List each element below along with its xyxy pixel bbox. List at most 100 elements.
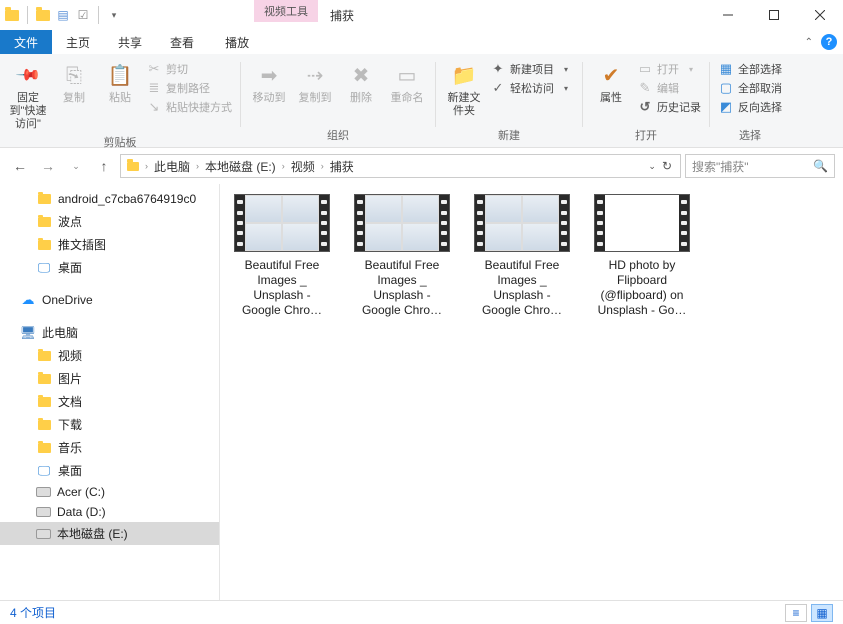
history-button[interactable]: ↺历史记录 — [635, 98, 703, 116]
group-organize-label: 组织 — [327, 127, 349, 147]
pin-to-quickaccess-button[interactable]: 📌 固定到"快速访问" — [6, 60, 50, 134]
maximize-button[interactable] — [751, 0, 797, 30]
filmstrip-icon — [475, 195, 485, 251]
address-bar[interactable]: › 此电脑 › 本地磁盘 (E:) › 视频 › 捕获 ⌄ ↻ — [120, 154, 681, 178]
forward-button[interactable]: → — [36, 154, 60, 178]
search-box[interactable]: 搜索"捕获" 🔍 — [685, 154, 835, 178]
tab-view-label: 查看 — [170, 34, 194, 51]
breadcrumb[interactable]: 此电脑 — [152, 158, 192, 175]
properties-button[interactable]: ✔属性 — [589, 60, 633, 107]
minimize-ribbon-icon[interactable]: ⌃ — [805, 37, 813, 48]
tree-item[interactable]: 波点 — [0, 210, 219, 233]
ribbon-group-organize: ➡移动到 ⇢复制到 ✖删除 ▭重命名 组织 — [241, 56, 435, 147]
icons-view-button[interactable]: ▦ — [811, 604, 833, 622]
chevron-right-icon[interactable]: › — [194, 161, 201, 171]
thumb-content — [365, 195, 439, 251]
breadcrumb[interactable]: 本地磁盘 (E:) — [203, 158, 278, 175]
breadcrumb[interactable]: 视频 — [289, 158, 317, 175]
tree-onedrive[interactable]: ☁OneDrive — [0, 289, 219, 311]
tree-item[interactable]: 本地磁盘 (E:) — [0, 522, 219, 545]
tab-share[interactable]: 共享 — [104, 30, 156, 54]
invert-selection-icon: ◩ — [718, 99, 734, 115]
tree-item[interactable]: 视频 — [0, 344, 219, 367]
cut-button[interactable]: ✂剪切 — [144, 60, 234, 78]
library-icon — [36, 417, 52, 433]
properties-icon[interactable]: ▤ — [55, 7, 71, 23]
help-icon[interactable]: ? — [821, 34, 837, 50]
rename-button[interactable]: ▭重命名 — [385, 60, 429, 107]
tab-home-label: 主页 — [66, 34, 90, 51]
delete-button[interactable]: ✖删除 — [339, 60, 383, 107]
refresh-icon[interactable]: ↻ — [662, 159, 672, 173]
copy-icon: ⎘ — [60, 62, 88, 90]
invert-selection-label: 反向选择 — [738, 99, 782, 115]
tab-file[interactable]: 文件 — [0, 30, 52, 54]
copy-path-icon: ≣ — [146, 80, 162, 96]
drive-icon — [36, 487, 51, 497]
separator — [27, 6, 28, 24]
tree-item[interactable]: 推文插图 — [0, 233, 219, 256]
tree-item[interactable]: 下载 — [0, 413, 219, 436]
tree-label: android_c7cba6764919c0 — [58, 192, 196, 206]
move-to-button[interactable]: ➡移动到 — [247, 60, 291, 107]
new-item-button[interactable]: ✦新建项目▾ — [488, 60, 576, 78]
file-item[interactable]: Beautiful Free Images _ Unsplash - Googl… — [234, 194, 330, 318]
open-button[interactable]: ▭打开▾ — [635, 60, 703, 78]
tab-play[interactable]: 播放 — [211, 30, 263, 54]
navigation-pane[interactable]: android_c7cba6764919c0波点推文插图🖵桌面 ☁OneDriv… — [0, 184, 220, 600]
file-item[interactable]: Beautiful Free Images _ Unsplash - Googl… — [354, 194, 450, 318]
crumb-label: 此电脑 — [154, 158, 190, 175]
breadcrumb[interactable]: 捕获 — [328, 158, 356, 175]
up-button[interactable]: ↑ — [92, 154, 116, 178]
thumb-content — [245, 195, 319, 251]
back-button[interactable]: ← — [8, 154, 32, 178]
content-pane[interactable]: Beautiful Free Images _ Unsplash - Googl… — [220, 184, 843, 600]
tree-label: Acer (C:) — [57, 485, 105, 499]
details-view-button[interactable]: ≡ — [785, 604, 807, 622]
items-view: Beautiful Free Images _ Unsplash - Googl… — [234, 194, 829, 318]
address-dropdown-icon[interactable]: ⌄ — [648, 161, 656, 172]
tree-item[interactable]: 文档 — [0, 390, 219, 413]
close-button[interactable] — [797, 0, 843, 30]
recent-dropdown[interactable]: ⌄ — [64, 154, 88, 178]
drive-icon — [36, 507, 51, 517]
search-icon[interactable]: 🔍 — [813, 159, 828, 173]
tab-home[interactable]: 主页 — [52, 30, 104, 54]
checkmark-icon[interactable]: ☑ — [75, 7, 91, 23]
tree-item[interactable]: android_c7cba6764919c0 — [0, 188, 219, 210]
qat-dropdown-icon[interactable]: ▾ — [106, 7, 122, 23]
ribbon-group-select: ▦全部选择 ▢全部取消 ◩反向选择 选择 — [710, 56, 790, 147]
chevron-right-icon[interactable]: › — [143, 161, 150, 171]
select-none-button[interactable]: ▢全部取消 — [716, 79, 784, 97]
chevron-right-icon[interactable]: › — [319, 161, 326, 171]
thumb-content — [485, 195, 559, 251]
chevron-right-icon[interactable]: › — [280, 161, 287, 171]
tree-item[interactable]: 音乐 — [0, 436, 219, 459]
edit-button[interactable]: ✎编辑 — [635, 79, 703, 97]
title-bar: ▤ ☑ ▾ 视频工具 捕获 — [0, 0, 843, 30]
minimize-button[interactable] — [705, 0, 751, 30]
history-label: 历史记录 — [657, 99, 701, 115]
tree-this-pc[interactable]: 🖥此电脑 — [0, 321, 219, 344]
copy-button[interactable]: ⎘ 复制 — [52, 60, 96, 107]
copy-path-button[interactable]: ≣复制路径 — [144, 79, 234, 97]
new-stack: ✦新建项目▾ ✓轻松访问▾ — [488, 60, 576, 97]
rename-label: 重命名 — [391, 92, 424, 105]
easy-access-button[interactable]: ✓轻松访问▾ — [488, 79, 576, 97]
paste-button[interactable]: 📋 粘贴 — [98, 60, 142, 107]
paste-shortcut-button[interactable]: ↘粘贴快捷方式 — [144, 98, 234, 116]
invert-selection-button[interactable]: ◩反向选择 — [716, 98, 784, 116]
tree-label: 桌面 — [58, 462, 82, 479]
new-folder-button[interactable]: 📁新建文件夹 — [442, 60, 486, 120]
tree-item[interactable]: Acer (C:) — [0, 482, 219, 502]
file-item[interactable]: HD photo by Flipboard (@flipboard) on Un… — [594, 194, 690, 318]
tab-view[interactable]: 查看 — [156, 30, 208, 54]
file-item[interactable]: Beautiful Free Images _ Unsplash - Googl… — [474, 194, 570, 318]
select-all-button[interactable]: ▦全部选择 — [716, 60, 784, 78]
contextual-tab-header: 视频工具 — [254, 0, 318, 22]
tree-item[interactable]: Data (D:) — [0, 502, 219, 522]
tree-item[interactable]: 🖵桌面 — [0, 459, 219, 482]
copy-to-button[interactable]: ⇢复制到 — [293, 60, 337, 107]
tree-item[interactable]: 🖵桌面 — [0, 256, 219, 279]
tree-item[interactable]: 图片 — [0, 367, 219, 390]
